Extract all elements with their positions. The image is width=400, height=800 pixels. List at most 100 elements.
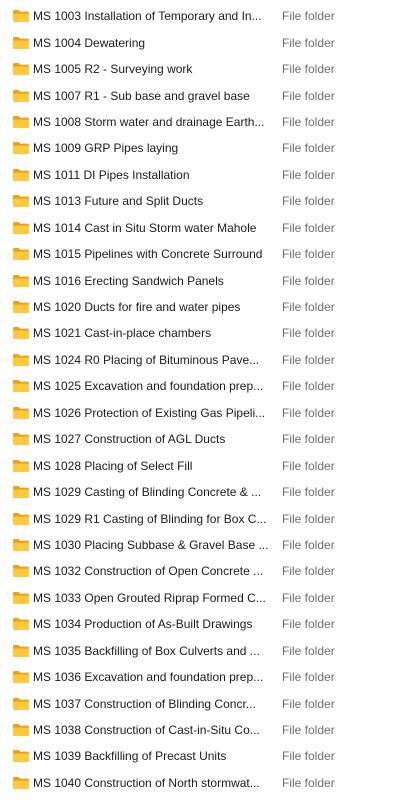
file-type: File folder (282, 62, 335, 77)
file-type: File folder (282, 405, 335, 420)
file-row[interactable]: MS 1021 Cast-in-place chambers File fold… (0, 320, 400, 346)
file-list: MS 1003 Installation of Temporary and In… (0, 0, 400, 796)
file-name: MS 1035 Backfilling of Box Culverts and … (33, 643, 260, 658)
folder-icon (12, 36, 30, 50)
file-row[interactable]: MS 1035 Backfilling of Box Culverts and … (0, 638, 400, 664)
file-type: File folder (282, 167, 335, 182)
file-row[interactable]: MS 1004 Dewatering File folder (0, 29, 400, 55)
folder-icon (12, 432, 30, 446)
file-row[interactable]: MS 1025 Excavation and foundation prep..… (0, 373, 400, 399)
file-row[interactable]: MS 1034 Production of As-Built Drawings … (0, 611, 400, 637)
file-name: MS 1029 Casting of Blinding Concrete & .… (33, 485, 262, 500)
file-type: File folder (282, 35, 335, 50)
file-type: File folder (282, 749, 335, 764)
folder-icon (12, 247, 30, 261)
file-name: MS 1037 Construction of Blinding Concr..… (33, 696, 256, 711)
file-row[interactable]: MS 1030 Placing Subbase & Gravel Base ..… (0, 532, 400, 558)
file-row[interactable]: MS 1037 Construction of Blinding Concr..… (0, 690, 400, 716)
folder-icon (12, 353, 30, 367)
file-type: File folder (282, 326, 335, 341)
file-name: MS 1040 Construction of North stormwat..… (33, 775, 260, 790)
file-name: MS 1025 Excavation and foundation prep..… (33, 379, 264, 394)
file-type: File folder (282, 564, 335, 579)
file-row[interactable]: MS 1003 Installation of Temporary and In… (0, 3, 400, 29)
file-row[interactable]: MS 1026 Protection of Existing Gas Pipel… (0, 400, 400, 426)
file-row[interactable]: MS 1027 Construction of AGL Ducts File f… (0, 426, 400, 452)
file-type: File folder (282, 220, 335, 235)
file-name: MS 1026 Protection of Existing Gas Pipel… (33, 405, 266, 420)
file-row[interactable]: MS 1008 Storm water and drainage Earth..… (0, 109, 400, 135)
file-name: MS 1021 Cast-in-place chambers (33, 326, 212, 341)
folder-icon (12, 749, 30, 763)
file-row[interactable]: MS 1036 Excavation and foundation prep..… (0, 664, 400, 690)
file-name: MS 1013 Future and Split Ducts (33, 194, 204, 209)
folder-icon (12, 485, 30, 499)
file-name: MS 1003 Installation of Temporary and In… (33, 9, 262, 24)
file-name: MS 1014 Cast in Situ Storm water Mahole (33, 220, 257, 235)
folder-icon (12, 274, 30, 288)
file-name: MS 1034 Production of As-Built Drawings (33, 617, 253, 632)
folder-icon (12, 697, 30, 711)
file-name: MS 1015 Pipelines with Concrete Surround (33, 247, 263, 262)
folder-icon (12, 670, 30, 684)
file-type: File folder (282, 775, 335, 790)
file-row[interactable]: MS 1038 Construction of Cast-in-Situ Co.… (0, 717, 400, 743)
file-row[interactable]: MS 1011 DI Pipes Installation File folde… (0, 162, 400, 188)
folder-icon (12, 141, 30, 155)
file-type: File folder (282, 432, 335, 447)
file-row[interactable]: MS 1016 Erecting Sandwich Panels File fo… (0, 267, 400, 293)
file-name: MS 1032 Construction of Open Concrete ..… (33, 564, 264, 579)
folder-icon (12, 644, 30, 658)
file-type: File folder (282, 537, 335, 552)
file-row[interactable]: MS 1014 Cast in Situ Storm water Mahole … (0, 215, 400, 241)
folder-icon (12, 326, 30, 340)
file-name: MS 1036 Excavation and foundation prep..… (33, 670, 264, 685)
file-type: File folder (282, 194, 335, 209)
file-name: MS 1038 Construction of Cast-in-Situ Co.… (33, 723, 260, 738)
folder-icon (12, 168, 30, 182)
file-name: MS 1009 GRP Pipes laying (33, 141, 179, 156)
file-type: File folder (282, 273, 335, 288)
file-type: File folder (282, 300, 335, 315)
folder-icon (12, 300, 30, 314)
file-name: MS 1008 Storm water and drainage Earth..… (33, 114, 265, 129)
file-name: MS 1024 R0 Placing of Bituminous Pave... (33, 352, 260, 367)
file-row[interactable]: MS 1005 R2 - Surveying work File folder (0, 56, 400, 82)
file-type: File folder (282, 696, 335, 711)
file-type: File folder (282, 247, 335, 262)
folder-icon (12, 221, 30, 235)
file-name: MS 1029 R1 Casting of Blinding for Box C… (33, 511, 267, 526)
file-name: MS 1030 Placing Subbase & Gravel Base ..… (33, 537, 269, 552)
file-name: MS 1005 R2 - Surveying work (33, 62, 193, 77)
file-name: MS 1020 Ducts for fire and water pipes (33, 300, 241, 315)
file-row[interactable]: MS 1024 R0 Placing of Bituminous Pave...… (0, 347, 400, 373)
file-row[interactable]: MS 1032 Construction of Open Concrete ..… (0, 558, 400, 584)
file-row[interactable]: MS 1033 Open Grouted Riprap Formed C... … (0, 585, 400, 611)
file-type: File folder (282, 379, 335, 394)
file-row[interactable]: MS 1009 GRP Pipes laying File folder (0, 135, 400, 161)
file-name: MS 1039 Backfilling of Precast Units (33, 749, 227, 764)
folder-icon (12, 564, 30, 578)
file-row[interactable]: MS 1029 R1 Casting of Blinding for Box C… (0, 505, 400, 531)
file-row[interactable]: MS 1029 Casting of Blinding Concrete & .… (0, 479, 400, 505)
file-row[interactable]: MS 1007 R1 - Sub base and gravel base Fi… (0, 82, 400, 108)
file-name: MS 1011 DI Pipes Installation (33, 167, 190, 182)
folder-icon (12, 62, 30, 76)
file-row[interactable]: MS 1040 Construction of North stormwat..… (0, 770, 400, 796)
file-type: File folder (282, 643, 335, 658)
file-row[interactable]: MS 1013 Future and Split Ducts File fold… (0, 188, 400, 214)
folder-icon (12, 617, 30, 631)
folder-icon (12, 406, 30, 420)
folder-icon (12, 512, 30, 526)
file-type: File folder (282, 458, 335, 473)
file-row[interactable]: MS 1020 Ducts for fire and water pipes F… (0, 294, 400, 320)
file-row[interactable]: MS 1028 Placing of Select Fill File fold… (0, 452, 400, 478)
folder-icon (12, 776, 30, 790)
folder-icon (12, 89, 30, 103)
file-row[interactable]: MS 1039 Backfilling of Precast Units Fil… (0, 743, 400, 769)
file-type: File folder (282, 511, 335, 526)
file-type: File folder (282, 723, 335, 738)
file-type: File folder (282, 88, 335, 103)
file-name: MS 1007 R1 - Sub base and gravel base (33, 88, 250, 103)
file-row[interactable]: MS 1015 Pipelines with Concrete Surround… (0, 241, 400, 267)
